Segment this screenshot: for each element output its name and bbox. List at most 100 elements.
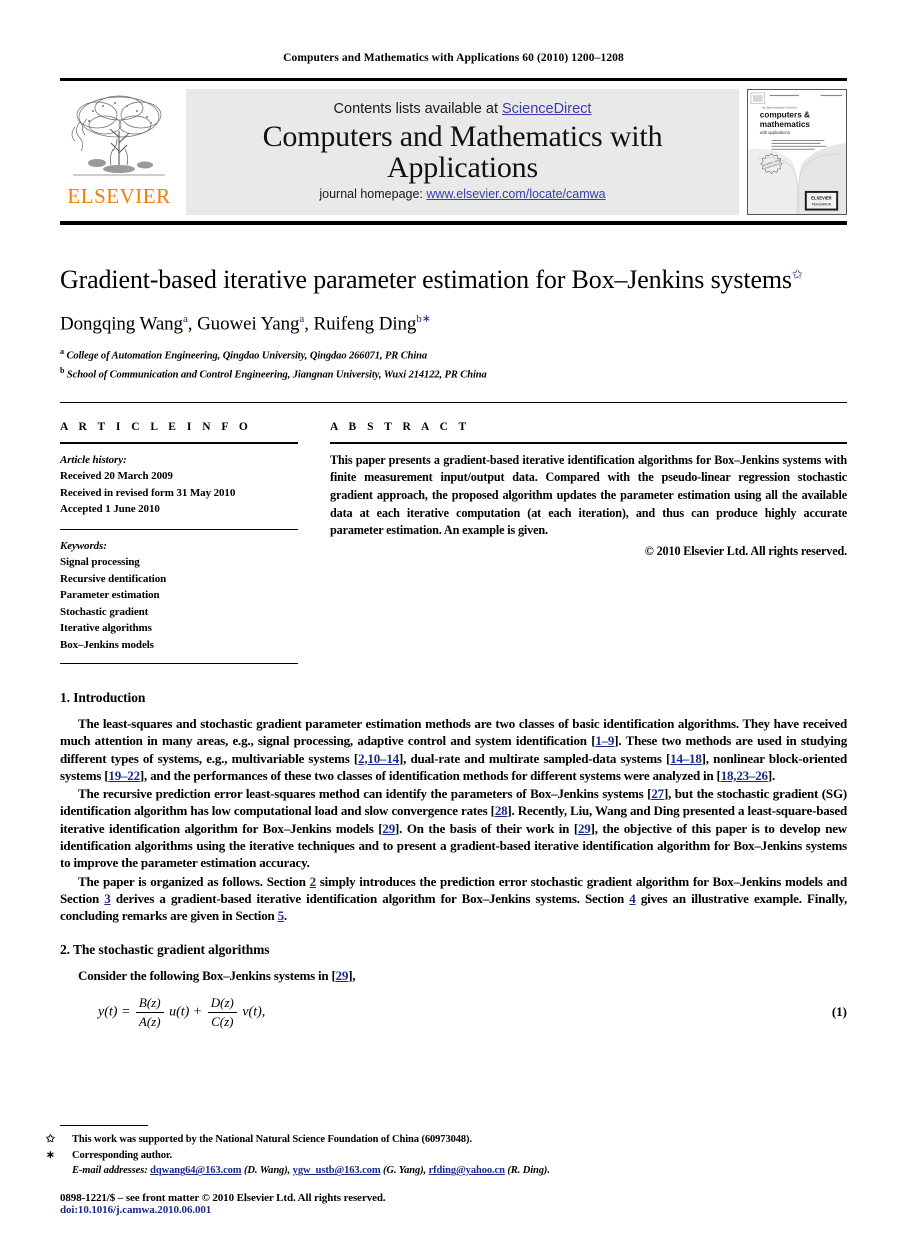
- citation-link[interactable]: 29: [336, 968, 349, 983]
- citation-link[interactable]: 29: [382, 821, 395, 836]
- emails-label: E-mail addresses:: [72, 1165, 148, 1177]
- contents-prefix: Contents lists available at: [333, 101, 502, 117]
- doi-link[interactable]: doi:10.1016/j.camwa.2010.06.001: [60, 1204, 847, 1216]
- text-run: ], and the performances of these two cla…: [139, 767, 721, 783]
- citation-link[interactable]: 18,23–26: [721, 768, 768, 783]
- affiliation-mark: a: [60, 347, 64, 356]
- intro-paragraph-2: The recursive prediction error least-squ…: [60, 785, 847, 871]
- email-owner: (G. Yang): [383, 1165, 424, 1177]
- footnote-area: ✩ This work was supported by the National…: [46, 1124, 847, 1216]
- masthead-center-panel: Contents lists available at ScienceDirec…: [186, 89, 739, 215]
- elsevier-tree-icon: [71, 95, 165, 176]
- author-affil-mark: a: [182, 312, 188, 325]
- article-info-label: A R T I C L E I N F O: [60, 420, 252, 433]
- citation-link[interactable]: 28: [495, 803, 508, 818]
- footnote-mark: ✩: [46, 1133, 55, 1145]
- text-run: The paper is organized as follows. Secti…: [78, 873, 310, 889]
- footnote-mark: ∗: [46, 1149, 55, 1161]
- footnote-funding: ✩ This work was supported by the National…: [46, 1132, 847, 1148]
- citation-link[interactable]: 14–18: [670, 751, 702, 766]
- section-heading-stochastic-gradient: 2. The stochastic gradient algorithms: [60, 942, 270, 958]
- sec2-paragraph-1: Consider the following Box–Jenkins syste…: [60, 967, 847, 984]
- citation-link[interactable]: 1–9: [595, 733, 614, 748]
- text-run: Consider the following Box–Jenkins syste…: [78, 968, 336, 984]
- header-divider: [60, 401, 847, 403]
- text-run: The recursive prediction error least-squ…: [78, 786, 652, 802]
- keyword-item: Iterative algorithms: [60, 622, 152, 635]
- keyword-item: Box–Jenkins models: [60, 638, 154, 651]
- history-item: Received in revised form 31 May 2010: [60, 486, 236, 499]
- text-run: ].: [767, 767, 776, 783]
- svg-text:ELSEVIER: ELSEVIER: [811, 196, 831, 201]
- affiliation-mark: b: [60, 365, 65, 375]
- journal-masthead: ELSEVIER Contents lists available at Sci…: [60, 78, 847, 225]
- journal-homepage-line: journal homepage: www.elsevier.com/locat…: [319, 187, 605, 201]
- equation-1: y(t) = B(z) A(z) u(t) + D(z) C(z) v(t), …: [60, 995, 847, 1030]
- citation-link[interactable]: 27: [651, 786, 664, 801]
- equation-plus: +: [192, 1004, 203, 1020]
- fraction-denominator: C(z): [207, 1011, 237, 1030]
- history-item: Accepted 1 June 2010: [60, 503, 160, 516]
- section-heading-introduction: 1. Introduction: [60, 690, 146, 706]
- article-info-bottom-rule: [60, 663, 298, 665]
- info-abstract-columns: A R T I C L E I N F O Article history: R…: [60, 421, 847, 665]
- journal-cover-art: An International Journal computers & mat…: [748, 90, 846, 214]
- footnote-emails: E-mail addresses: dqwang64@163.com (D. W…: [72, 1165, 550, 1177]
- svg-text:computers &: computers &: [760, 110, 810, 119]
- footnote-rule: [60, 1124, 148, 1126]
- article-history-label: Article history:: [60, 453, 127, 466]
- affiliation-line: a College of Automation Engineering, Qin…: [60, 346, 847, 365]
- corresponding-author-mark: ∗: [421, 312, 431, 325]
- footnote-corresponding: ∗ Corresponding author.: [46, 1148, 847, 1164]
- fraction-numerator: D(z): [210, 994, 234, 1010]
- contents-available-line: Contents lists available at ScienceDirec…: [334, 101, 592, 117]
- elsevier-wordmark: ELSEVIER: [67, 184, 171, 208]
- sciencedirect-link[interactable]: ScienceDirect: [502, 101, 591, 117]
- equation-1-expression: y(t) = B(z) A(z) u(t) + D(z) C(z) v(t),: [60, 995, 832, 1030]
- article-info-rule: [60, 441, 298, 444]
- paper-title-text: Gradient-based iterative parameter estim…: [60, 265, 792, 294]
- affiliations: a College of Automation Engineering, Qin…: [60, 346, 847, 384]
- keywords-label: Keywords:: [60, 539, 107, 552]
- keyword-item: Signal processing: [60, 556, 140, 569]
- intro-paragraph-1: The least-squares and stochastic gradien…: [60, 715, 847, 784]
- abstract-column: A B S T R A C T This paper presents a gr…: [330, 421, 847, 665]
- issn-line: 0898-1221/$ – see front matter © 2010 El…: [60, 1192, 386, 1204]
- abstract-label: A B S T R A C T: [330, 420, 471, 433]
- email-link-yang[interactable]: ygw_ustb@163.com: [293, 1165, 381, 1176]
- author-name: Dongqing Wang: [60, 313, 183, 334]
- title-block: Gradient-based iterative parameter estim…: [60, 265, 847, 384]
- homepage-prefix: journal homepage:: [319, 187, 427, 201]
- keyword-item: Stochastic gradient: [60, 605, 149, 618]
- email-link-wang[interactable]: dqwang64@163.com: [150, 1165, 241, 1176]
- journal-article-page: Computers and Mathematics with Applicati…: [0, 0, 907, 1238]
- author-name: Guowei Yang: [197, 313, 300, 334]
- svg-text:PERGAMON: PERGAMON: [812, 203, 832, 207]
- footnote-funding-text: This work was supported by the National …: [72, 1133, 472, 1145]
- article-info-column: A R T I C L E I N F O Article history: R…: [60, 421, 298, 665]
- svg-text:mathematics: mathematics: [760, 120, 811, 129]
- keywords-rule: [60, 528, 298, 530]
- equation-term-u: u(t): [169, 1004, 190, 1020]
- page-title: Gradient-based iterative parameter estim…: [60, 265, 847, 296]
- equation-lhs: y(t): [98, 1004, 118, 1020]
- text-run: derives a gradient-based iterative ident…: [110, 890, 630, 906]
- text-run: ], dual-rate and multirate sampled-data …: [398, 750, 671, 766]
- text-run: ],: [348, 968, 356, 984]
- fraction-numerator: B(z): [138, 994, 161, 1010]
- citation-link[interactable]: 19–22: [108, 768, 140, 783]
- fraction-denominator: A(z): [135, 1011, 164, 1030]
- journal-homepage-link[interactable]: www.elsevier.com/locate/camwa: [426, 187, 605, 201]
- journal-title: Computers and Mathematics with Applicati…: [262, 119, 663, 184]
- svg-text:with applications: with applications: [760, 130, 790, 135]
- equation-number: (1): [831, 1004, 847, 1020]
- elsevier-logo: ELSEVIER: [60, 89, 178, 215]
- footnote-corresponding-text: Corresponding author.: [72, 1149, 173, 1161]
- citation-link[interactable]: 2,10–14: [358, 751, 399, 766]
- journal-cover-thumbnail[interactable]: An International Journal computers & mat…: [747, 89, 847, 215]
- abstract-copyright: © 2010 Elsevier Ltd. All rights reserved…: [644, 543, 847, 558]
- abstract-rule: [330, 441, 847, 444]
- citation-link[interactable]: 29: [578, 821, 591, 836]
- email-link-ding[interactable]: rfding@yahoo.cn: [429, 1165, 505, 1176]
- equation-equals: =: [120, 1004, 131, 1020]
